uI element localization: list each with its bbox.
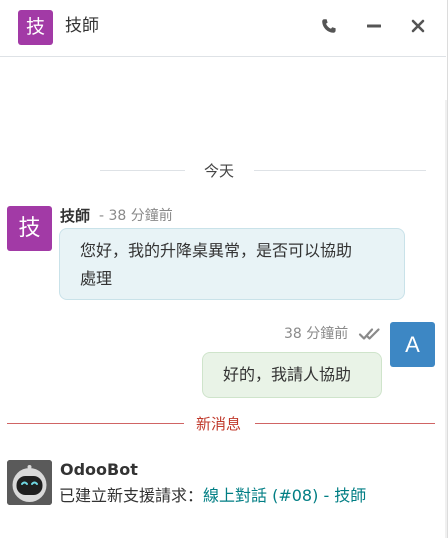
support-request-link[interactable]: 線上對話 (#08) - 技師 [203,486,366,505]
message-line: 處理 [80,269,113,288]
double-check-icon [358,326,382,346]
author-avatar[interactable]: 技 [7,206,52,251]
robot-icon [7,460,52,505]
header-avatar[interactable]: 技 [18,10,53,45]
bot-message-prefix: 已建立新支援請求： [59,486,204,505]
date-separator-label: 今天 [204,162,235,180]
message-timestamp: 38 分鐘前 [284,326,349,342]
bot-message-text: 已建立新支援請求：線上對話 (#08) - 技師 [59,484,366,508]
message-line: 您好，我的升降桌異常，是否可以協助 [80,241,353,260]
message-bubble: 您好，我的升降桌異常，是否可以協助 處理 [59,228,405,300]
chat-header: 技 技師 [0,0,446,57]
minimize-icon[interactable] [361,14,387,38]
message-bubble: 好的，我請人協助 [202,352,382,398]
new-messages-label: 新消息 [196,415,242,433]
phone-icon[interactable] [316,14,342,38]
header-title[interactable]: 技師 [65,14,99,38]
date-separator: 今天 [100,160,426,182]
message-text: 好的，我請人協助 [223,365,352,384]
message-author[interactable]: 技師 [60,206,90,226]
message-author[interactable]: OdooBot [60,460,138,480]
close-icon[interactable] [405,14,431,38]
new-messages-separator: 新消息 [7,413,435,435]
separator-line [254,170,426,171]
separator-line [7,423,184,424]
odoobot-avatar[interactable] [7,460,52,505]
separator-line [100,170,185,171]
user-avatar[interactable]: A [390,322,435,367]
chat-window: 技 技師 今天 技 技師 - 38 分鐘前 您好，我的升降桌異常，是否可以協助 … [0,0,448,538]
scrollbar[interactable] [445,100,447,538]
separator-line [255,423,435,424]
message-timestamp: - 38 分鐘前 [99,208,173,224]
